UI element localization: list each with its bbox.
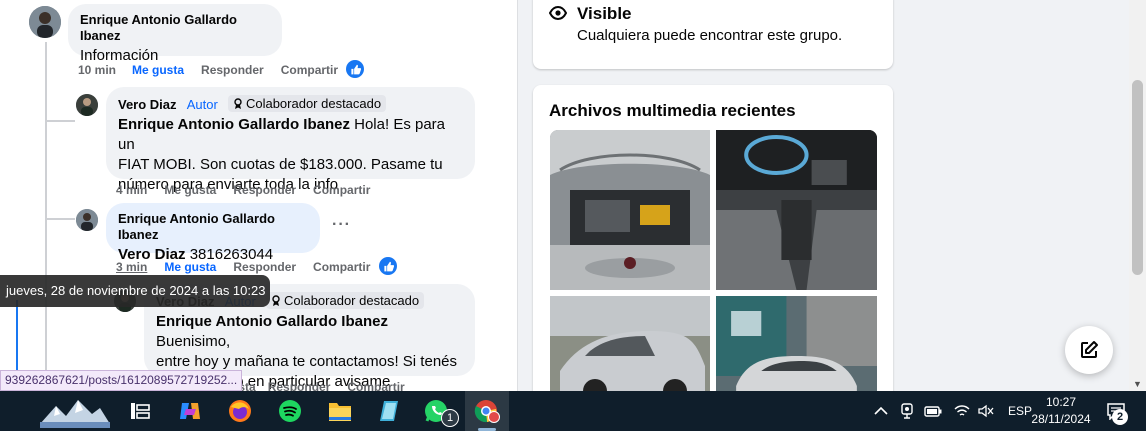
spotify-icon[interactable] bbox=[276, 397, 304, 425]
taskbar-clock[interactable]: 10:27 28/11/2024 bbox=[1028, 394, 1094, 428]
comment-text-line: Buenisimo, bbox=[156, 333, 231, 350]
top-contributor-badge: Colaborador destacado bbox=[227, 95, 387, 112]
media-title: Archivos multimedia recientes bbox=[549, 101, 796, 120]
mention-link[interactable]: Enrique Antonio Gallardo Ibanez bbox=[118, 116, 350, 133]
widgets-icon[interactable] bbox=[38, 394, 112, 428]
thread-line bbox=[45, 120, 75, 122]
comment-author[interactable]: Enrique Antonio Gallardo Ibanez bbox=[80, 12, 270, 44]
comment-text: Enrique Antonio Gallardo Ibanez Buenisim… bbox=[156, 312, 463, 352]
status-bar-url: 939262867621/posts/1612089572719252... bbox=[0, 370, 243, 391]
reply-button[interactable]: Responder bbox=[233, 260, 296, 274]
like-button[interactable]: Me gusta bbox=[164, 183, 216, 197]
media-card: Archivos multimedia recientes bbox=[533, 85, 893, 416]
comment-time[interactable]: 10 min bbox=[78, 63, 116, 77]
eye-icon bbox=[549, 6, 567, 20]
copilot-icon[interactable] bbox=[176, 397, 204, 425]
thread-line-active bbox=[16, 300, 18, 372]
reply-button[interactable]: Responder bbox=[201, 63, 264, 77]
share-button[interactable]: Compartir bbox=[313, 183, 370, 197]
compose-icon bbox=[1081, 341, 1098, 358]
timestamp-tooltip: jueves, 28 de noviembre de 2024 a las 10… bbox=[0, 275, 270, 307]
comment-actions: 3 min Me gusta Responder Compartir bbox=[116, 260, 387, 274]
mention-link[interactable]: Enrique Antonio Gallardo Ibanez bbox=[156, 313, 388, 330]
clock-time: 10:27 bbox=[1045, 395, 1077, 409]
media-thumbnail[interactable] bbox=[550, 130, 710, 290]
share-button[interactable]: Compartir bbox=[347, 380, 404, 391]
reply-button[interactable]: Responder bbox=[233, 183, 296, 197]
like-reaction-icon[interactable] bbox=[379, 257, 397, 275]
avatar[interactable] bbox=[29, 6, 61, 38]
comment-actions: 10 min Me gusta Responder Compartir bbox=[78, 63, 355, 77]
scrollbar-thumb[interactable] bbox=[1132, 80, 1143, 275]
comment-actions: 4 min Me gusta Responder Compartir bbox=[116, 183, 387, 197]
like-button[interactable]: Me gusta bbox=[132, 63, 184, 77]
share-button[interactable]: Compartir bbox=[313, 260, 370, 274]
top-contributor-badge: Colaborador destacado bbox=[265, 292, 425, 309]
clock-date: 28/11/2024 bbox=[1031, 412, 1091, 426]
thread-line bbox=[45, 218, 75, 220]
more-options-icon[interactable]: ··· bbox=[332, 216, 351, 234]
wifi-icon[interactable] bbox=[954, 404, 970, 418]
comment-actions: usta Responder Compartir bbox=[231, 380, 422, 391]
file-explorer-icon[interactable] bbox=[326, 397, 354, 425]
system-tray: ESP bbox=[874, 391, 1032, 431]
thread-line bbox=[45, 42, 47, 372]
comment-text-line: entre hoy y mañana te contactamos! Si te… bbox=[156, 353, 458, 370]
reply-button[interactable]: Responder bbox=[268, 380, 331, 391]
like-button[interactable]: Me gusta bbox=[164, 260, 216, 274]
badge-icon bbox=[272, 295, 280, 306]
comment-bubble: Enrique Antonio Gallardo Ibanez Vero Dia… bbox=[106, 203, 320, 263]
whatsapp-badge: 1 bbox=[441, 409, 459, 427]
comment-author[interactable]: Enrique Antonio Gallardo Ibanez bbox=[118, 211, 308, 243]
chrome-profile-badge-icon bbox=[488, 411, 500, 423]
like-reaction-icon[interactable] bbox=[346, 60, 364, 78]
chevron-up-icon[interactable] bbox=[874, 406, 888, 416]
battery-charging-icon[interactable] bbox=[924, 405, 942, 417]
comment-text-line: FIAT MOBI. Son cuotas de $183.000. Pasam… bbox=[118, 156, 443, 173]
comment-bubble: Vero Diaz Autor Colaborador destacado En… bbox=[106, 87, 475, 193]
badge-label: Colaborador destacado bbox=[245, 96, 382, 111]
share-button[interactable]: Compartir bbox=[281, 63, 338, 77]
author-role: Autor bbox=[186, 97, 218, 112]
visibility-title: Visible bbox=[577, 4, 632, 23]
volume-muted-icon[interactable] bbox=[978, 404, 994, 418]
comment-time[interactable]: 4 min bbox=[116, 183, 147, 197]
comment-bubble: Enrique Antonio Gallardo Ibanez Informac… bbox=[68, 4, 282, 64]
scroll-down-arrow-icon[interactable]: ▼ bbox=[1133, 379, 1142, 389]
webcam-icon[interactable] bbox=[900, 403, 914, 419]
notes-app-icon[interactable] bbox=[376, 397, 404, 425]
comment-author[interactable]: Vero Diaz bbox=[118, 97, 177, 113]
avatar[interactable] bbox=[76, 209, 98, 231]
media-thumbnail[interactable] bbox=[716, 130, 877, 290]
comments-panel: Enrique Antonio Gallardo Ibanez Informac… bbox=[0, 0, 517, 391]
badge-icon bbox=[234, 98, 242, 109]
windows-taskbar: 1 ESP 10:27 28/11/2024 2 bbox=[0, 391, 1146, 431]
new-message-button[interactable] bbox=[1065, 326, 1113, 374]
firefox-icon[interactable] bbox=[226, 397, 254, 425]
panel-divider bbox=[517, 0, 518, 391]
task-view-icon[interactable] bbox=[126, 397, 154, 425]
comment-text: Enrique Antonio Gallardo Ibanez Hola! Es… bbox=[118, 115, 463, 155]
page-scrollbar[interactable]: ▼ bbox=[1129, 0, 1146, 391]
comment-time[interactable]: 3 min bbox=[116, 260, 147, 274]
badge-label: Colaborador destacado bbox=[283, 293, 420, 308]
visibility-description: Cualquiera puede encontrar este grupo. bbox=[577, 27, 843, 44]
comment-header: Vero Diaz Autor Colaborador destacado bbox=[118, 95, 463, 115]
notification-count-badge: 2 bbox=[1112, 409, 1128, 425]
avatar[interactable] bbox=[76, 94, 98, 116]
visibility-card: Visible Cualquiera puede encontrar este … bbox=[533, 0, 893, 69]
